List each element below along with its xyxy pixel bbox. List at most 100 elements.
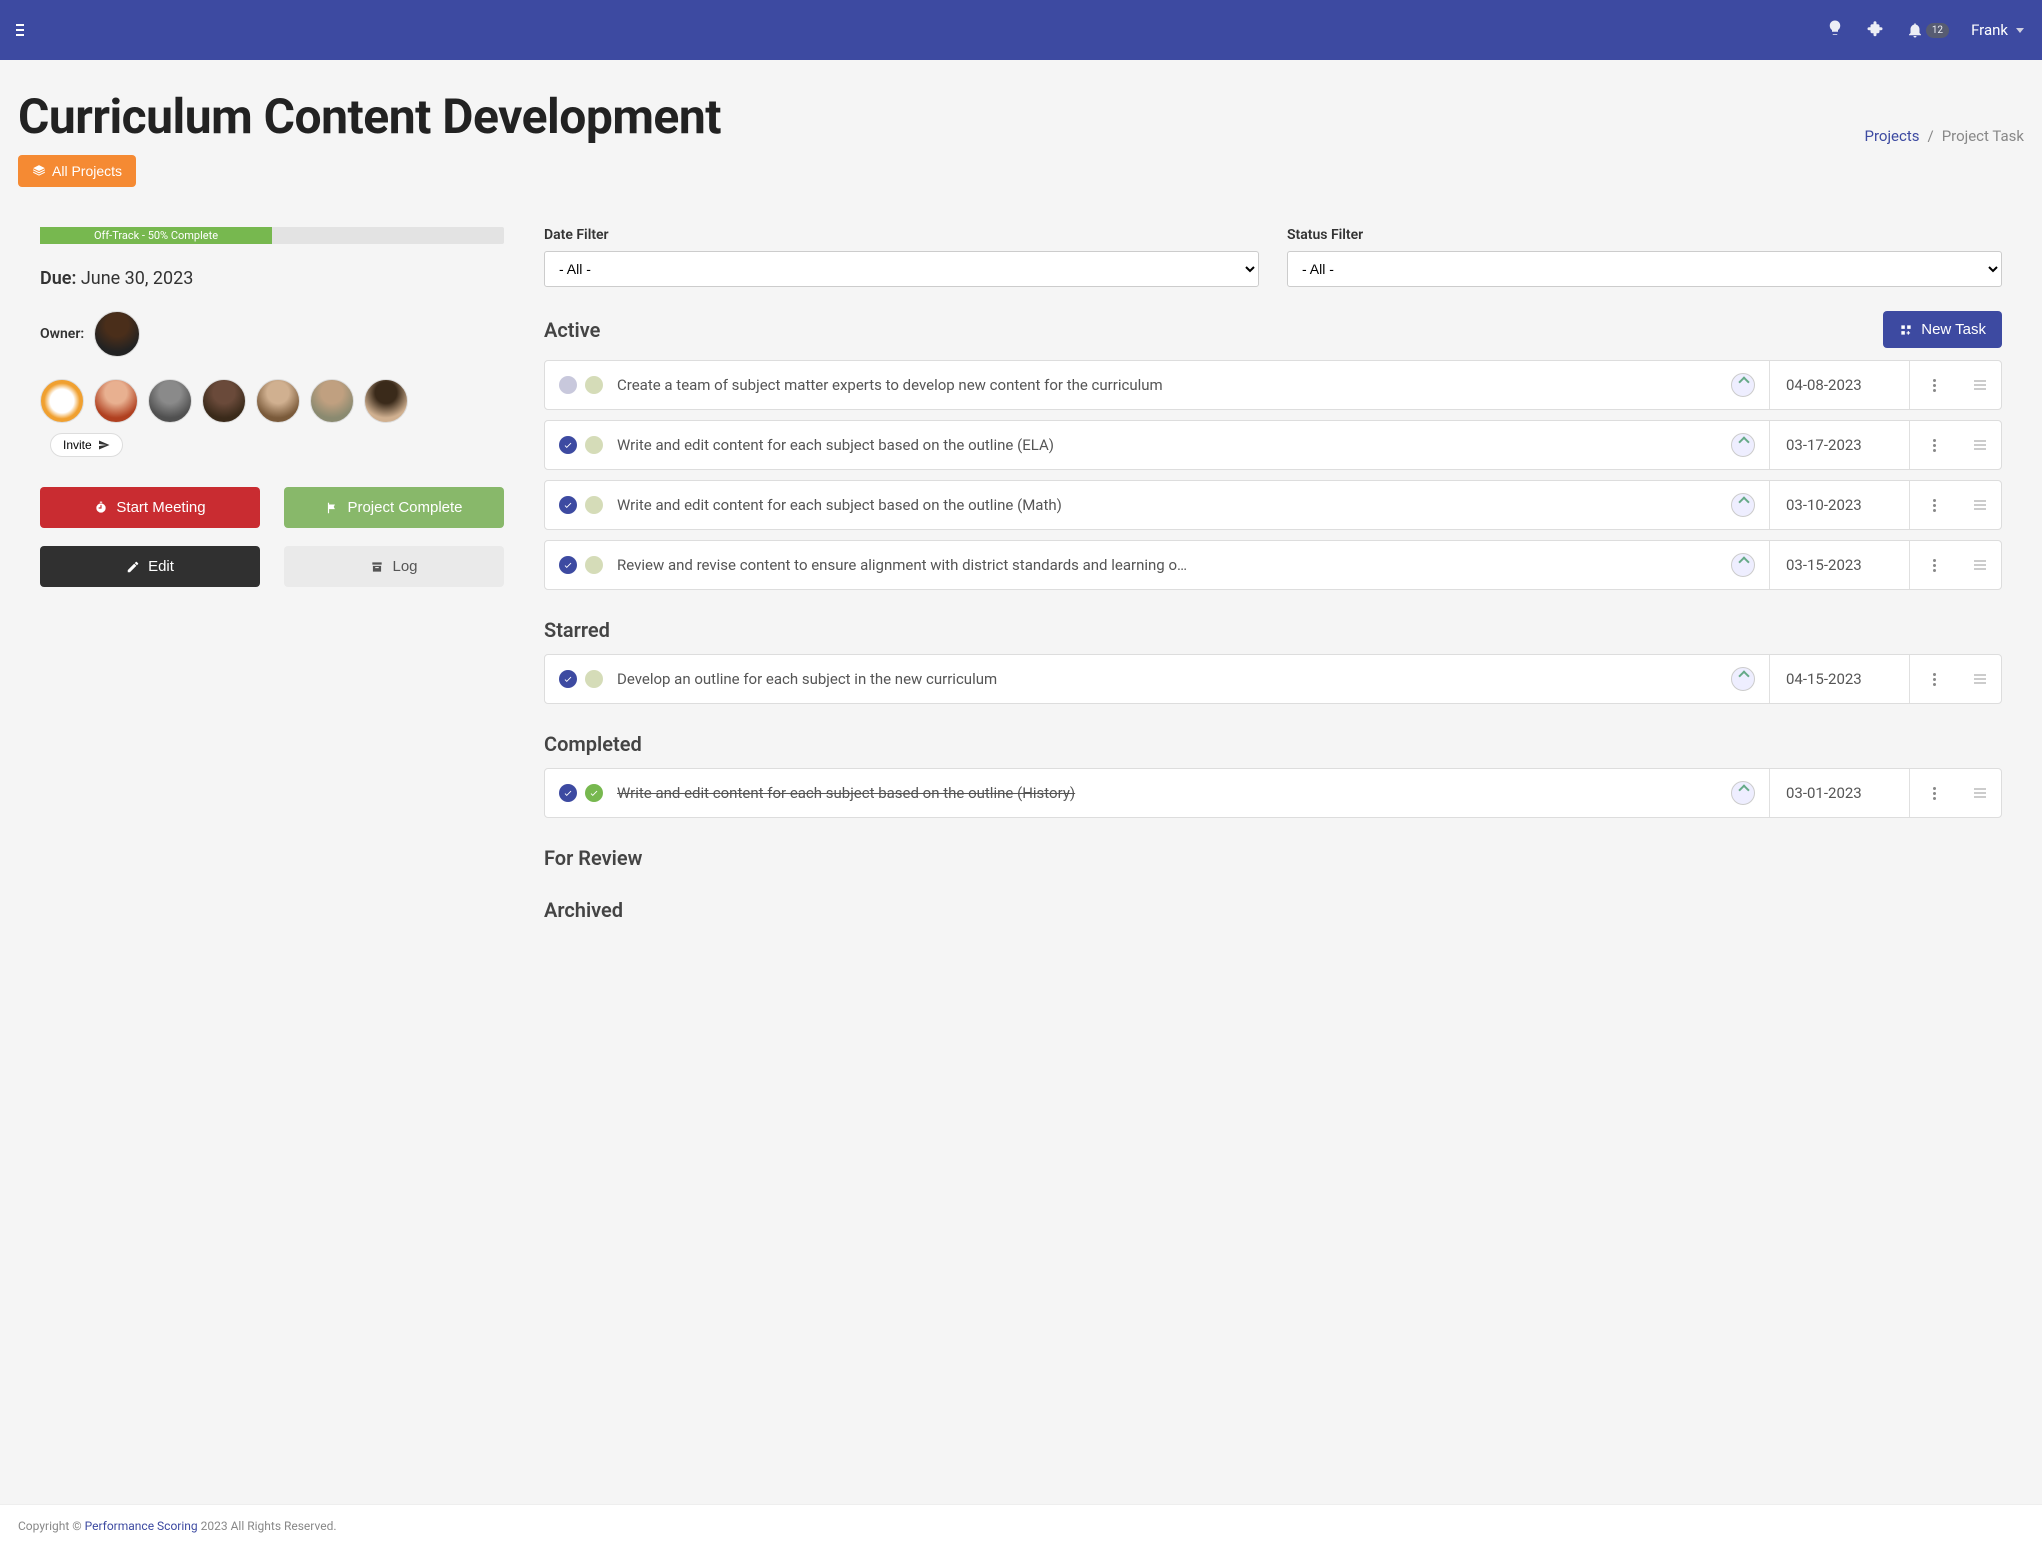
breadcrumb: Projects / Project Task (1864, 127, 2024, 145)
progress-fill: Off-Track - 50% Complete (40, 227, 272, 244)
owner-avatar[interactable] (94, 311, 140, 357)
invite-label: Invite (63, 438, 92, 452)
progress-label: Off-Track - 50% Complete (94, 229, 218, 242)
kebab-icon[interactable] (1933, 787, 1936, 800)
task-date: 03-17-2023 (1769, 421, 1909, 469)
kebab-icon[interactable] (1933, 673, 1936, 686)
new-task-button[interactable]: New Task (1883, 311, 2002, 348)
team-avatar[interactable] (364, 379, 408, 423)
list-icon[interactable] (1974, 788, 1986, 798)
task-check-secondary[interactable] (585, 556, 603, 574)
team-avatar[interactable] (40, 379, 84, 423)
section-title-archived: Archived (544, 898, 2002, 922)
footer: Copyright © Performance Scoring 2023 All… (0, 1504, 2042, 1547)
task-assignee-avatar[interactable] (1731, 667, 1755, 691)
all-projects-button[interactable]: All Projects (18, 155, 136, 187)
task-check-primary[interactable] (559, 496, 577, 514)
task-check-secondary[interactable] (585, 784, 603, 802)
layers-icon (32, 164, 46, 178)
project-complete-button[interactable]: Project Complete (284, 487, 504, 528)
task-date: 04-15-2023 (1769, 655, 1909, 703)
task-date: 03-10-2023 (1769, 481, 1909, 529)
task-check-secondary[interactable] (585, 376, 603, 394)
log-button[interactable]: Log (284, 546, 504, 587)
bell-icon[interactable]: 12 (1906, 21, 1949, 39)
task-check-primary[interactable] (559, 436, 577, 454)
footer-link[interactable]: Performance Scoring (85, 1519, 198, 1533)
task-row[interactable]: Develop an outline for each subject in t… (544, 654, 2002, 704)
kebab-icon[interactable] (1933, 379, 1936, 392)
task-check-primary[interactable] (559, 784, 577, 802)
stopwatch-icon (94, 501, 108, 515)
kebab-icon[interactable] (1933, 559, 1936, 572)
task-title: Create a team of subject matter experts … (617, 376, 1731, 394)
starred-task-list: Develop an outline for each subject in t… (544, 654, 2002, 704)
puzzle-icon[interactable] (1866, 19, 1884, 41)
start-meeting-button[interactable]: Start Meeting (40, 487, 260, 528)
list-icon[interactable] (1974, 380, 1986, 390)
notification-badge: 12 (1926, 23, 1949, 38)
start-meeting-label: Start Meeting (116, 499, 205, 516)
hamburger-icon[interactable] (10, 18, 30, 42)
task-date: 04-08-2023 (1769, 361, 1909, 409)
section-title-for-review: For Review (544, 846, 2002, 870)
task-assignee-avatar[interactable] (1731, 433, 1755, 457)
completed-task-list: Write and edit content for each subject … (544, 768, 2002, 818)
status-filter-select[interactable]: - All - (1287, 251, 2002, 287)
due-label: Due: (40, 268, 76, 289)
archive-icon (370, 560, 384, 574)
user-menu[interactable]: Frank (1971, 21, 2024, 39)
task-check-secondary[interactable] (585, 496, 603, 514)
task-check-primary[interactable] (559, 556, 577, 574)
task-row[interactable]: Create a team of subject matter experts … (544, 360, 2002, 410)
date-filter-select[interactable]: - All - (544, 251, 1259, 287)
project-complete-label: Project Complete (347, 499, 462, 516)
task-check-secondary[interactable] (585, 670, 603, 688)
task-assignee-avatar[interactable] (1731, 553, 1755, 577)
log-label: Log (392, 558, 417, 575)
status-filter-label: Status Filter (1287, 227, 2002, 243)
owner-label: Owner: (40, 326, 84, 342)
team-avatar[interactable] (256, 379, 300, 423)
active-task-list: Create a team of subject matter experts … (544, 360, 2002, 590)
edit-button[interactable]: Edit (40, 546, 260, 587)
due-line: Due: June 30, 2023 (40, 268, 504, 289)
task-row[interactable]: Review and revise content to ensure alig… (544, 540, 2002, 590)
team-avatar[interactable] (202, 379, 246, 423)
task-assignee-avatar[interactable] (1731, 493, 1755, 517)
task-title: Write and edit content for each subject … (617, 436, 1731, 454)
task-check-primary[interactable] (559, 670, 577, 688)
task-row[interactable]: Write and edit content for each subject … (544, 420, 2002, 470)
task-title: Develop an outline for each subject in t… (617, 670, 1731, 688)
task-assignee-avatar[interactable] (1731, 781, 1755, 805)
all-projects-label: All Projects (52, 163, 122, 179)
task-check-primary[interactable] (559, 376, 577, 394)
send-icon (98, 439, 110, 451)
invite-button[interactable]: Invite (50, 433, 123, 457)
team-avatar[interactable] (94, 379, 138, 423)
list-icon[interactable] (1974, 560, 1986, 570)
list-icon[interactable] (1974, 500, 1986, 510)
task-row[interactable]: Write and edit content for each subject … (544, 480, 2002, 530)
task-date: 03-01-2023 (1769, 769, 1909, 817)
task-assignee-avatar[interactable] (1731, 373, 1755, 397)
lightbulb-icon[interactable] (1826, 19, 1844, 41)
chevron-down-icon (2016, 28, 2024, 33)
task-title: Write and edit content for each subject … (617, 784, 1731, 802)
task-row[interactable]: Write and edit content for each subject … (544, 768, 2002, 818)
date-filter-label: Date Filter (544, 227, 1259, 243)
due-date-value: June 30, 2023 (81, 268, 194, 289)
list-icon[interactable] (1974, 674, 1986, 684)
kebab-icon[interactable] (1933, 439, 1936, 452)
list-icon[interactable] (1974, 440, 1986, 450)
breadcrumb-current: Project Task (1942, 127, 2024, 145)
breadcrumb-sep: / (1927, 127, 1933, 145)
footer-suffix: 2023 All Rights Reserved. (198, 1519, 337, 1533)
team-row (40, 379, 504, 423)
section-title-active: Active (544, 318, 600, 342)
team-avatar[interactable] (310, 379, 354, 423)
task-check-secondary[interactable] (585, 436, 603, 454)
team-avatar[interactable] (148, 379, 192, 423)
kebab-icon[interactable] (1933, 499, 1936, 512)
breadcrumb-projects[interactable]: Projects (1864, 127, 1919, 145)
